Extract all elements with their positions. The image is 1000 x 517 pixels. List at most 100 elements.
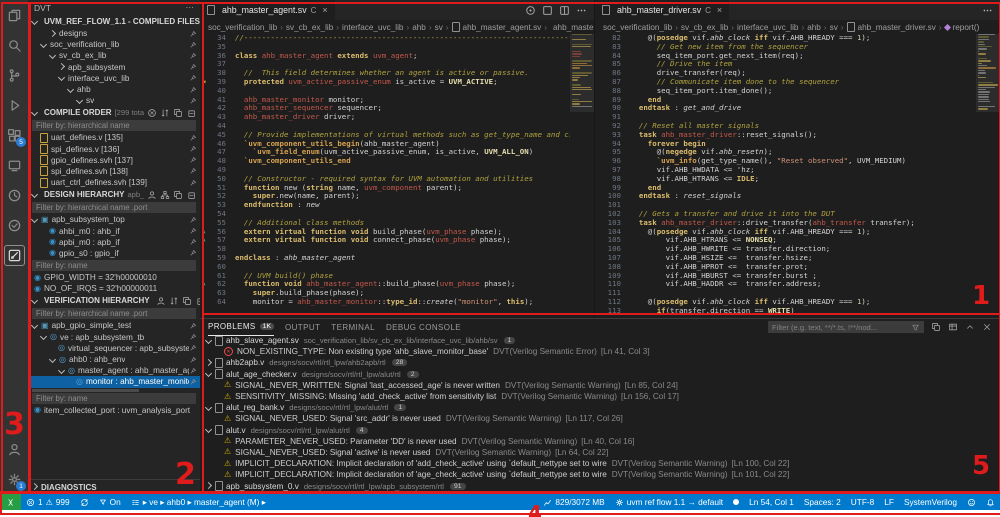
design-hierarchy-item[interactable]: ▣ apb_subsystem_top: [28, 214, 200, 225]
design-hierarchy-filter[interactable]: Filter by: hierarchical name .port: [32, 202, 196, 214]
pin-icon[interactable]: [189, 156, 197, 164]
breadcrumb-item[interactable]: soc_verification_lib: [208, 23, 277, 32]
pin-icon[interactable]: [189, 356, 197, 364]
verification-hierarchy-item[interactable]: ◎ ahb0 : ahb_env: [28, 354, 200, 365]
activity-settings-gear-icon[interactable]: 1: [0, 464, 28, 494]
more-actions-icon[interactable]: [982, 5, 993, 16]
minimap[interactable]: [570, 34, 594, 318]
activity-remote-explorer-icon[interactable]: [0, 150, 28, 180]
indentation[interactable]: Spaces: 2: [799, 494, 846, 510]
activity-files-icon[interactable]: [0, 0, 28, 30]
problems-file-row[interactable]: ahb2apb.v designs/socv/rtl/rtl_lpw/ahb2ap…: [200, 357, 1000, 368]
encoding[interactable]: UTF-8: [846, 494, 880, 510]
compiled-files-item[interactable]: soc_verification_lib: [28, 39, 200, 50]
tab-ahb_master_agent.sv[interactable]: ahb_master_agent.sv C ×: [200, 0, 335, 20]
chevron-right-icon[interactable]: [204, 481, 213, 490]
design-hierarchy-item[interactable]: ◉ gpio_s0 : gpio_if: [28, 248, 200, 259]
square-icon[interactable]: [542, 5, 553, 16]
pin-icon[interactable]: [189, 333, 197, 341]
compiled-files-item[interactable]: sv_cb_ex_lib: [28, 50, 200, 61]
activity-verify-icon[interactable]: [0, 210, 28, 240]
panel-tab-output[interactable]: OUTPUT: [285, 319, 320, 335]
design-hierarchy-item[interactable]: ◉ apbi_m0 : apb_if: [28, 237, 200, 248]
problems-file-row[interactable]: ahb_slave_agent.sv soc_verification_lib/s…: [200, 335, 1000, 346]
compile-order-item[interactable]: spi_defines.v [136]: [28, 144, 200, 155]
verification-hierarchy-item[interactable]: ◎virtual_sequencer : apb_subsystem_virtu…: [28, 343, 200, 354]
chevron-down-icon[interactable]: [30, 190, 39, 198]
pin-icon[interactable]: [189, 216, 197, 224]
table-icon[interactable]: [948, 322, 958, 332]
compile-order-header[interactable]: COMPILE ORDER[299 total, 227 uniqu...: [28, 106, 200, 119]
problem-row[interactable]: ⚠ SENSITIVITY_MISSING: Missing 'add_check…: [200, 391, 1000, 402]
pin-icon[interactable]: [189, 322, 197, 330]
breadcrumb-item[interactable]: ahb: [807, 23, 821, 32]
problems-file-row[interactable]: alut_reg_bank.v designs/socv/rtl/rtl_lpw/…: [200, 402, 1000, 413]
code-area[interactable]: 34//------------------------------------…: [200, 34, 570, 318]
problems-file-row[interactable]: apb_subsystem_0.v designs/socv/rtl/rtl_lp…: [200, 480, 1000, 492]
person-icon[interactable]: [156, 296, 166, 306]
compiled-files-item[interactable]: apb_subsystem: [28, 62, 200, 73]
pin-icon[interactable]: [189, 86, 197, 94]
clear-icon[interactable]: [147, 108, 157, 118]
pin-icon[interactable]: [189, 167, 197, 175]
problems-file-row[interactable]: alut_age_checker.v designs/socv/rtl/rtl_l…: [200, 369, 1000, 380]
breadcrumb[interactable]: soc_verification_lib › sv_cb_ex_lib › interf…: [595, 20, 1000, 34]
breadcrumb-item[interactable]: ahb: [412, 23, 426, 32]
pin-icon[interactable]: [189, 179, 197, 187]
verification-hierarchy-item[interactable]: ◎master_agent : ahb_master_agent: [28, 365, 200, 376]
pin-icon[interactable]: [189, 134, 197, 142]
chevron-down-icon[interactable]: [204, 426, 213, 434]
breadcrumb-item[interactable]: interface_uvc_lib: [342, 23, 403, 32]
activity-extensions-icon[interactable]: 5: [0, 120, 28, 150]
collapse-all-icon[interactable]: [186, 190, 196, 200]
problem-row[interactable]: ⚠ IMPLICIT_DECLARATION: Implicit declarat…: [200, 458, 1000, 469]
collapse-all-icon[interactable]: [186, 108, 196, 118]
pin-icon[interactable]: [189, 227, 197, 235]
compile-order-item[interactable]: uart_ctrl_defines.svh [139]: [28, 177, 200, 188]
problem-row[interactable]: ⚠ IMPLICIT_DECLARATION: Implicit declarat…: [200, 469, 1000, 480]
design-hierarchy-item[interactable]: ◉ ahbi_m0 : ahb_if: [28, 225, 200, 236]
memory-usage[interactable]: 829/3072 MB: [538, 494, 609, 510]
problems-file-row[interactable]: alut.v designs/socv/rtl/rtl_lpw/alut/rtl 4: [200, 425, 1000, 436]
verification-hierarchy-filter[interactable]: Filter by: hierarchical name .port: [32, 308, 196, 320]
panel-tab-debug-console[interactable]: DEBUG CONSOLE: [386, 319, 461, 335]
more-actions-icon[interactable]: [576, 5, 587, 16]
status-hierarchy-breadcrumb[interactable]: ▸ ve ▸ ahb0 ▸ master_agent (M) ▸: [126, 494, 271, 510]
breadcrumb-item[interactable]: ahb_master_agent.sv: [463, 23, 542, 32]
chevron-right-icon[interactable]: [57, 63, 66, 71]
design-parameter-item[interactable]: ◉ GPIO_WIDTH = 32'h00000010: [28, 272, 200, 283]
pin-icon[interactable]: [189, 145, 197, 153]
panel-tab-problems[interactable]: PROBLEMS 1K: [208, 319, 274, 336]
duplicate-icon[interactable]: [931, 322, 941, 332]
chevron-down-icon[interactable]: [48, 355, 57, 363]
remote-indicator[interactable]: [0, 494, 21, 510]
split-editor-icon[interactable]: [559, 5, 570, 16]
activity-source-control-icon[interactable]: [0, 60, 28, 90]
breadcrumb-item[interactable]: soc_verification_lib: [603, 23, 672, 32]
chevron-down-icon[interactable]: [204, 403, 213, 411]
target-icon[interactable]: [525, 5, 536, 16]
chevron-down-icon[interactable]: [30, 321, 39, 330]
dvt-engine-status[interactable]: On: [94, 494, 126, 510]
horizontal-scrollbar[interactable]: [32, 388, 139, 392]
chevron-up-icon[interactable]: [965, 322, 975, 332]
verification-hierarchy-header[interactable]: VERIFICATION HIERARCHYapb_gpio_...: [28, 294, 200, 307]
chevron-down-icon[interactable]: [75, 96, 84, 104]
duplicate-icon[interactable]: [182, 296, 192, 306]
code-area[interactable]: 82 @(posedge vif.ahb_clock iff vif.AHB_H…: [595, 34, 976, 318]
chevron-down-icon[interactable]: [30, 17, 39, 25]
chevron-down-icon[interactable]: [30, 296, 39, 304]
chevron-right-icon[interactable]: [204, 358, 213, 367]
chevron-down-icon[interactable]: [66, 85, 75, 93]
activity-trace-icon[interactable]: [0, 180, 28, 210]
chevron-right-icon[interactable]: [48, 29, 57, 37]
breadcrumb-item[interactable]: sv_cb_ex_lib: [681, 23, 728, 32]
pin-icon[interactable]: [189, 52, 197, 60]
dvt-status-icon[interactable]: [728, 494, 744, 510]
eol[interactable]: LF: [879, 494, 899, 510]
chevron-down-icon[interactable]: [39, 40, 48, 48]
design-parameter-filter[interactable]: Filter by: name: [32, 260, 196, 271]
pin-icon[interactable]: [189, 63, 197, 71]
verification-port-filter[interactable]: Filter by: name: [32, 392, 196, 404]
close-icon[interactable]: ×: [322, 5, 327, 15]
